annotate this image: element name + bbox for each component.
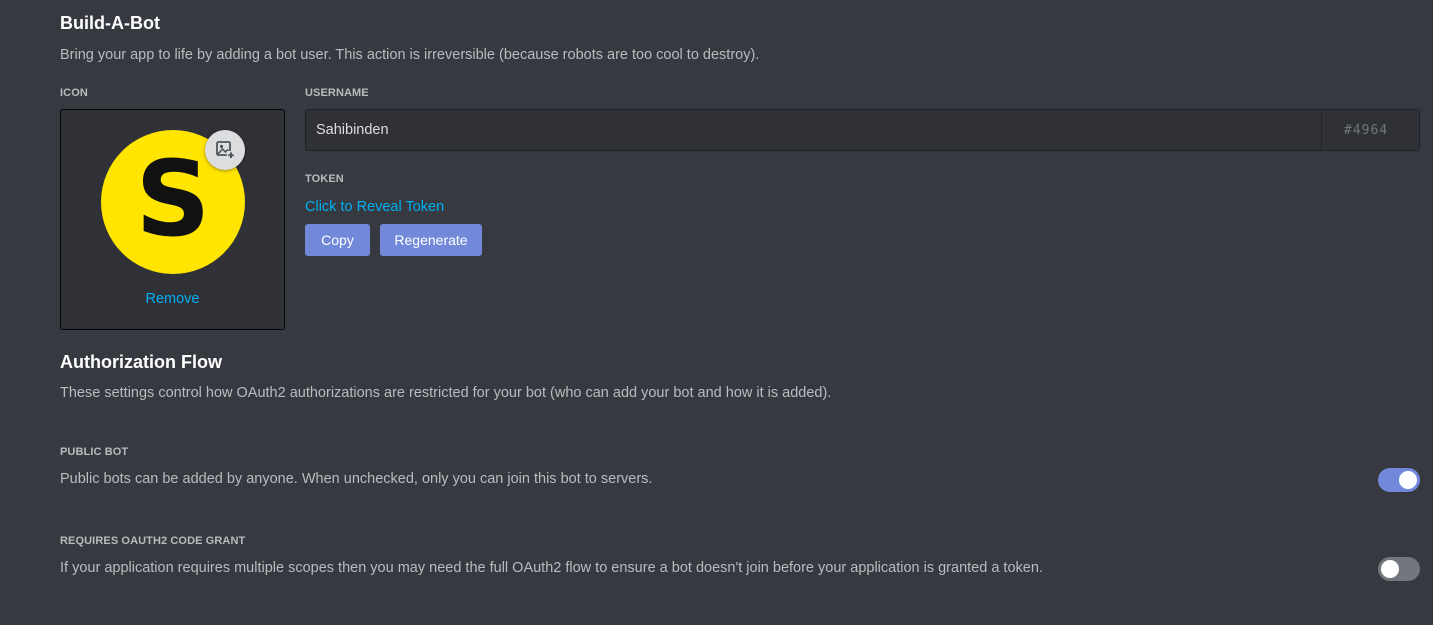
public-bot-label: PUBLIC BOT xyxy=(60,446,129,458)
username-label: USERNAME xyxy=(305,87,369,99)
icon-label: ICON xyxy=(60,87,88,99)
build-a-bot-description: Bring your app to life by adding a bot u… xyxy=(60,47,760,63)
add-image-icon[interactable] xyxy=(205,130,245,170)
discriminator: #4964 xyxy=(1321,110,1419,150)
bot-icon-uploader[interactable]: S Remove xyxy=(60,109,285,330)
username-field: #4964 xyxy=(305,109,1420,151)
toggle-knob xyxy=(1381,560,1399,578)
reveal-token-link[interactable]: Click to Reveal Token xyxy=(305,199,444,215)
public-bot-description: Public bots can be added by anyone. When… xyxy=(60,471,653,487)
code-grant-toggle[interactable] xyxy=(1378,557,1420,581)
toggle-knob xyxy=(1399,471,1417,489)
username-input[interactable] xyxy=(306,110,1320,150)
bot-settings-page: Build-A-Bot Bring your app to life by ad… xyxy=(0,0,1433,625)
code-grant-description: If your application requires multiple sc… xyxy=(60,560,1043,576)
copy-token-button[interactable]: Copy xyxy=(305,224,370,256)
avatar-letter: S xyxy=(135,138,211,260)
authorization-flow-description: These settings control how OAuth2 author… xyxy=(60,385,832,401)
authorization-flow-title: Authorization Flow xyxy=(60,352,222,372)
remove-icon-link[interactable]: Remove xyxy=(61,291,284,307)
code-grant-label: REQUIRES OAUTH2 CODE GRANT xyxy=(60,535,246,547)
build-a-bot-title: Build-A-Bot xyxy=(60,13,160,33)
regenerate-token-button[interactable]: Regenerate xyxy=(380,224,482,256)
public-bot-toggle[interactable] xyxy=(1378,468,1420,492)
token-label: TOKEN xyxy=(305,173,344,185)
